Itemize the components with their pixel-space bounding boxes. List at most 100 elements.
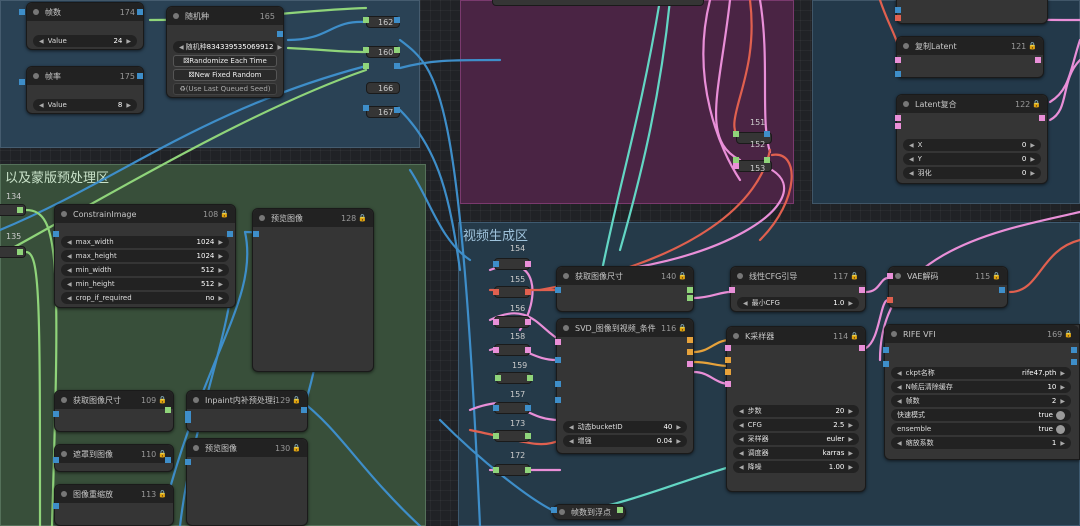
node-vae-header[interactable]: VAE解码 115 🔒 (889, 267, 1007, 285)
node-collapse-dot[interactable] (193, 397, 199, 403)
node-copylatent[interactable]: 复制Latent 121 🔒 (896, 36, 1044, 78)
node-socket[interactable] (394, 47, 400, 53)
node-getsize2-header[interactable]: 获取图像尺寸 140 🔒 (557, 267, 693, 285)
node-socket[interactable] (555, 357, 561, 363)
node-socket[interactable] (525, 289, 531, 295)
node-svd-header[interactable]: SVD_图像到视频_条件 116 🔒 (557, 319, 693, 337)
node-collapse-dot[interactable] (173, 13, 179, 19)
node-mask-header[interactable]: 遮罩到图像 110 🔒 (55, 445, 173, 463)
node-socket[interactable] (525, 405, 531, 411)
widget-augment[interactable]: ◀ 增强 0.04 ▶ (563, 435, 687, 447)
widget-fps-value[interactable]: ◀ Value 8 ▶ (33, 99, 137, 111)
node-collapse-dot[interactable] (733, 333, 739, 339)
node-socket[interactable] (895, 15, 901, 21)
node-socket[interactable] (493, 319, 499, 325)
node-socket[interactable] (551, 507, 557, 513)
widget-x[interactable]: ◀ X 0 ▶ (903, 139, 1041, 151)
widget-scale-factor[interactable]: ◀ 缩放系数 1 ▶ (891, 437, 1071, 449)
node-pull-header[interactable]: 帧数到浮点 (553, 505, 625, 519)
decrement-arrow-icon[interactable]: ◀ (179, 44, 184, 51)
reroute-top-bar[interactable] (492, 0, 704, 6)
node-constrain[interactable]: ConstrainImage 108 🔒 ◀ max_width 1024 ▶ ◀ max_… (54, 204, 236, 308)
node-socket[interactable] (277, 31, 283, 37)
node-socket[interactable] (19, 9, 25, 15)
increment-arrow-icon[interactable]: ▶ (218, 253, 223, 260)
widget-crop[interactable]: ◀ crop_if_required no ▶ (61, 292, 229, 304)
node-preview1-header[interactable]: 预览图像 128 🔒 (253, 209, 373, 227)
node-socket[interactable] (53, 231, 59, 237)
widget-ckpt[interactable]: ◀ ckpt名称 rife47.pth ▶ (891, 367, 1071, 379)
node-collapse-dot[interactable] (61, 211, 67, 217)
node-seed[interactable]: 随机种 165 ◀ 随机种 834339535069912 ▶ ⚄ Randomize … (166, 6, 284, 98)
node-copylatent-header[interactable]: 复制Latent 121 🔒 (897, 37, 1043, 55)
node-socket[interactable] (1071, 347, 1077, 353)
node-socket[interactable] (687, 349, 693, 355)
node-vae[interactable]: VAE解码 115 🔒 (888, 266, 1008, 308)
decrement-arrow-icon[interactable]: ◀ (897, 370, 902, 377)
node-mask[interactable]: 遮罩到图像 110 🔒 (54, 444, 174, 472)
node-frames[interactable]: 帧数 174 ◀ Value 24 ▶ (26, 2, 144, 50)
toggle-knob[interactable] (1056, 410, 1065, 420)
node-collapse-dot[interactable] (61, 451, 67, 457)
node-preview2-header[interactable]: 预览图像 130 🔒 (187, 439, 307, 457)
node-socket[interactable] (895, 7, 901, 13)
node-socket[interactable] (495, 375, 501, 381)
node-socket[interactable] (527, 375, 533, 381)
node-socket[interactable] (687, 361, 693, 367)
node-socket[interactable] (165, 407, 171, 413)
increment-arrow-icon[interactable]: ▶ (126, 38, 131, 45)
node-socket[interactable] (17, 207, 23, 213)
decrement-arrow-icon[interactable]: ◀ (569, 424, 574, 431)
increment-arrow-icon[interactable]: ▶ (1030, 142, 1035, 149)
widget-cfg[interactable]: ◀ CFG 2.5 ▶ (733, 419, 859, 431)
node-svd[interactable]: SVD_图像到视频_条件 116 🔒 ◀ 动态bucketID 40 ▶ ◀ 增强 0.04 ▶ (556, 318, 694, 454)
node-collapse-dot[interactable] (891, 331, 897, 337)
increment-arrow-icon[interactable]: ▶ (218, 295, 223, 302)
node-pull-collapsed[interactable]: 帧数到浮点 (552, 504, 626, 520)
decrement-arrow-icon[interactable]: ◀ (897, 440, 902, 447)
node-collapse-dot[interactable] (895, 273, 901, 279)
node-top-right-partial[interactable] (896, 0, 1048, 24)
increment-arrow-icon[interactable]: ▶ (1030, 156, 1035, 163)
decrement-arrow-icon[interactable]: ◀ (909, 170, 914, 177)
increment-arrow-icon[interactable]: ▶ (676, 438, 681, 445)
node-socket[interactable] (493, 347, 499, 353)
node-socket[interactable] (363, 105, 369, 111)
increment-arrow-icon[interactable]: ▶ (848, 300, 853, 307)
widget-y[interactable]: ◀ Y 0 ▶ (903, 153, 1041, 165)
node-socket[interactable] (17, 249, 23, 255)
decrement-arrow-icon[interactable]: ◀ (67, 281, 72, 288)
widget-denoise[interactable]: ◀ 降噪 1.00 ▶ (733, 461, 859, 473)
increment-arrow-icon[interactable]: ▶ (218, 267, 223, 274)
node-socket[interactable] (363, 63, 369, 69)
node-socket[interactable] (733, 163, 739, 169)
decrement-arrow-icon[interactable]: ◀ (739, 464, 744, 471)
increment-arrow-icon[interactable]: ▶ (848, 422, 853, 429)
node-frames-header[interactable]: 帧数 174 (27, 3, 143, 21)
decrement-arrow-icon[interactable]: ◀ (897, 384, 902, 391)
decrement-arrow-icon[interactable]: ◀ (897, 398, 902, 405)
node-socket[interactable] (525, 347, 531, 353)
node-socket[interactable] (729, 287, 735, 293)
node-socket[interactable] (895, 123, 901, 129)
node-socket[interactable] (725, 381, 731, 387)
node-socket[interactable] (555, 339, 561, 345)
node-socket[interactable] (363, 17, 369, 23)
decrement-arrow-icon[interactable]: ◀ (739, 436, 744, 443)
increment-arrow-icon[interactable]: ▶ (1030, 170, 1035, 177)
widget-min-width[interactable]: ◀ min_width 512 ▶ (61, 264, 229, 276)
node-socket[interactable] (493, 433, 499, 439)
toggle-knob[interactable] (1056, 424, 1065, 434)
decrement-arrow-icon[interactable]: ◀ (39, 38, 44, 45)
decrement-arrow-icon[interactable]: ◀ (739, 422, 744, 429)
node-socket[interactable] (1035, 57, 1041, 63)
increment-arrow-icon[interactable]: ▶ (218, 239, 223, 246)
decrement-arrow-icon[interactable]: ◀ (909, 142, 914, 149)
node-collapse-dot[interactable] (61, 491, 67, 497)
widget-bucket-id[interactable]: ◀ 动态bucketID 40 ▶ (563, 421, 687, 433)
decrement-arrow-icon[interactable]: ◀ (39, 102, 44, 109)
node-getsize1-header[interactable]: 获取图像尺寸 109 🔒 (55, 391, 173, 409)
node-latentcomp[interactable]: Latent复合 122 🔒 ◀ X 0 ▶ ◀ Y 0 ▶ ◀ 羽化 0 ▶ (896, 94, 1048, 184)
decrement-arrow-icon[interactable]: ◀ (67, 267, 72, 274)
node-socket[interactable] (53, 457, 59, 463)
